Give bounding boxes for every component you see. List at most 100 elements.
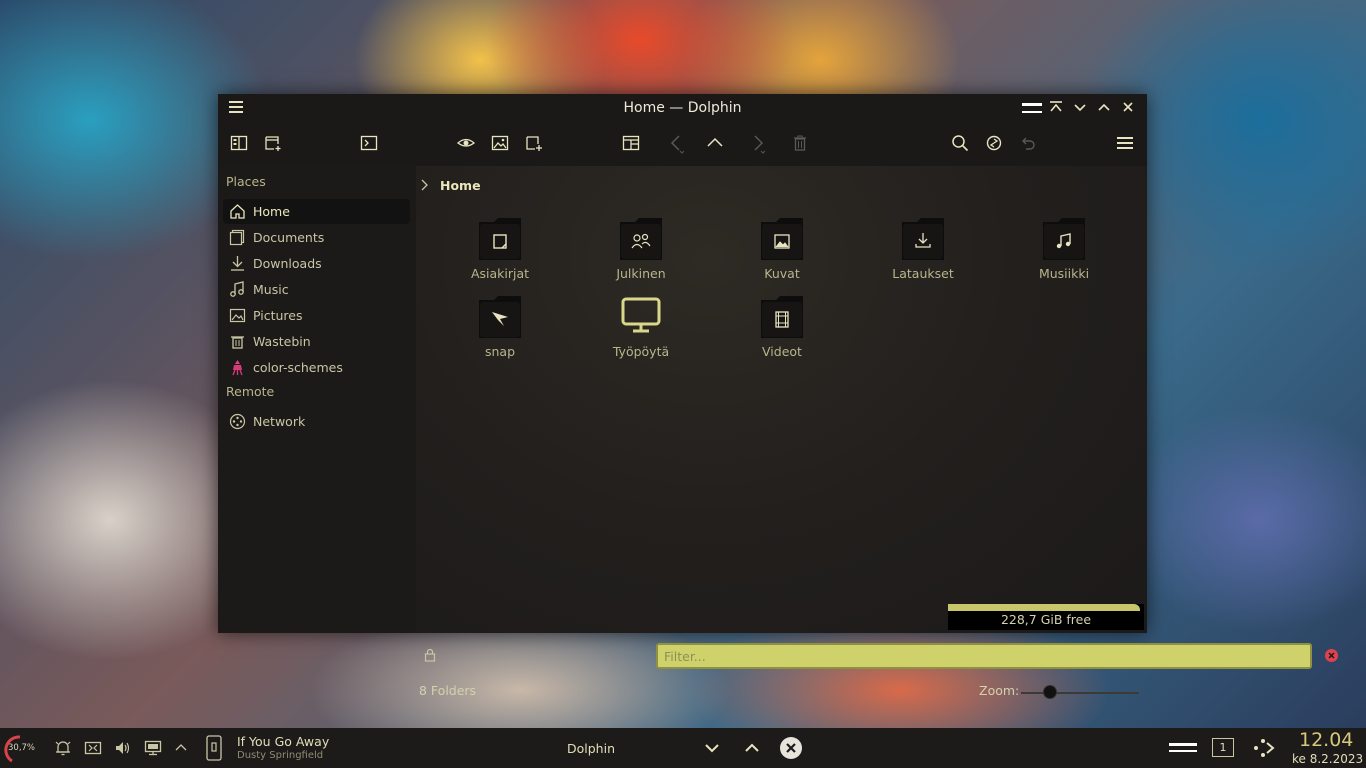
hamburger-menu-icon[interactable] [1116,134,1136,154]
folder-item[interactable]: Julkinen [581,218,701,288]
lock-icon[interactable] [424,648,436,662]
snap-folder-icon [478,296,522,338]
task-dolphin[interactable]: Dolphin [567,741,615,756]
sidebar-item-label: Documents [253,230,325,245]
sidebar-item-color-schemes[interactable]: color-schemes [223,355,410,380]
folder-item[interactable]: Työpöytä [581,296,701,366]
zoom-slider-handle[interactable] [1043,685,1057,699]
folder-item[interactable]: Asiakirjat [440,218,560,288]
sidebar-item-label: color-schemes [253,360,343,375]
network-dots-icon[interactable] [1252,737,1276,759]
documents-icon [229,229,246,246]
media-title[interactable]: If You Go Away [237,734,329,749]
cpu-usage-label: 30,7% [8,743,36,753]
reload-icon[interactable] [985,134,1005,154]
tray-expand-icon[interactable] [173,739,191,757]
taskbar: 30,7% If You Go Away Dusty Springfield D… [0,728,1366,768]
sidebar-item-label: Music [253,282,289,297]
filter-input[interactable] [656,643,1312,669]
trash-icon [229,333,246,350]
downloads-icon [229,255,246,272]
task-maximize-icon[interactable] [743,739,761,757]
sidebar-item-label: Downloads [253,256,322,271]
zoom-slider-track[interactable] [1021,692,1139,694]
undo-icon[interactable] [1019,134,1039,154]
folder-item[interactable]: Musiikki [1004,218,1124,288]
sidebar-item-downloads[interactable]: Downloads [223,251,410,276]
panels-icon[interactable] [622,134,642,154]
sidebar-item-home[interactable]: Home [223,199,410,224]
title-bar: Home — Dolphin [218,94,1147,122]
pictures-folder-icon [760,218,804,260]
network-icon [229,413,246,430]
folder-item[interactable]: snap [440,296,560,366]
media-player-icon[interactable] [205,735,223,761]
sidebar-item-label: Pictures [253,308,303,323]
new-folder-icon[interactable] [525,134,545,154]
clock-time[interactable]: 12.04 [1299,729,1353,751]
preview-eye-icon[interactable] [457,134,477,154]
up-icon[interactable] [706,134,726,154]
new-tab-icon[interactable] [264,134,284,154]
zoom-label: Zoom: [979,683,1020,698]
delete-icon[interactable] [791,134,811,154]
task-close-icon[interactable] [779,736,803,760]
document-folder-icon [478,218,522,260]
display-icon[interactable] [144,739,162,757]
breadcrumb[interactable]: Home [440,178,481,193]
file-name: Asiakirjat [470,266,530,281]
sidebar-item-music[interactable]: Music [223,277,410,302]
folder-item[interactable]: Lataukset [863,218,983,288]
videos-folder-icon [760,296,804,338]
virtual-desktop-pager[interactable]: 1 [1212,738,1234,757]
sidebar-item-label: Wastebin [253,334,311,349]
split-view-icon[interactable] [230,134,250,154]
media-artist: Dusty Springfield [237,750,324,761]
task-minimize-icon[interactable] [703,739,721,757]
home-icon [229,203,246,220]
dolphin-window: Home — Dolphin Places Home Documents Dow… [218,94,1338,699]
paint-icon [229,359,246,376]
search-icon[interactable] [951,134,971,154]
places-header: Places [226,174,266,189]
notifications-icon[interactable] [54,739,72,757]
downloads-folder-icon [901,218,945,260]
close-icon[interactable] [1121,100,1137,116]
main-toolbar [218,122,1147,166]
forward-icon[interactable] [750,134,770,154]
fullscreen-icon[interactable] [84,739,102,757]
window-title: Home — Dolphin [623,100,742,116]
clock-date: ke 8.2.2023 [1292,752,1364,766]
terminal-icon[interactable] [360,134,380,154]
file-name: Julkinen [616,266,666,281]
sidebar-item-label: Network [253,414,306,429]
show-desktop-icon[interactable] [1167,739,1199,757]
places-panel: Places Home Documents Downloads Music Pi… [218,166,416,633]
file-name: Työpöytä [612,344,670,359]
free-space-fill [948,604,1141,611]
minimize-icon[interactable] [1073,100,1089,116]
volume-icon[interactable] [114,739,132,757]
maximize-icon[interactable] [1097,100,1113,116]
breadcrumb-arrow-icon[interactable] [420,178,430,192]
free-space-indicator[interactable]: 228,7 GiB free [948,604,1144,630]
minimize-all-icon[interactable] [1022,100,1042,116]
keep-above-icon[interactable] [1049,100,1065,116]
folder-item[interactable]: Videot [722,296,842,366]
sidebar-item-pictures[interactable]: Pictures [223,303,410,328]
sidebar-item-label: Home [253,204,290,219]
sidebar-item-documents[interactable]: Documents [223,225,410,250]
image-icon[interactable] [491,134,511,154]
back-icon[interactable] [667,134,687,154]
folder-item[interactable]: Kuvat [722,218,842,288]
folder-count: 8 Folders [419,683,477,698]
music-icon [229,281,246,298]
sidebar-item-network[interactable]: Network [223,409,410,434]
clear-filter-icon[interactable] [1325,649,1338,662]
public-folder-icon [619,218,663,260]
pictures-icon [229,307,246,324]
sidebar-item-wastebin[interactable]: Wastebin [223,329,410,354]
file-name: Kuvat [764,266,800,281]
file-name: Videot [762,344,802,359]
file-name: Lataukset [892,266,954,281]
